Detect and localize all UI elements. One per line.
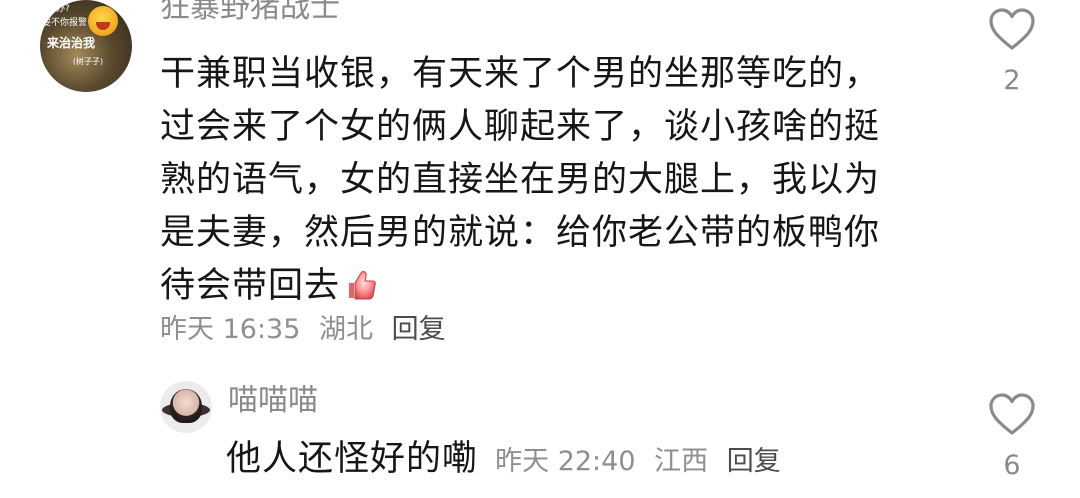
reply-meta: 昨天 22:40 江西 回复 bbox=[495, 446, 791, 477]
heart-outline-icon bbox=[989, 8, 1035, 50]
comment-location: 湖北 bbox=[319, 314, 373, 345]
comment-text-content: 干兼职当收银，有天来了个男的坐那等吃的，过会来了个女的俩人聊起来了，谈小孩啥的挺… bbox=[160, 54, 881, 306]
reply-text: 他人还怪好的嘞 bbox=[226, 439, 479, 479]
like-button[interactable]: 6 bbox=[982, 392, 1042, 482]
avatar-caption: 怎么办? bbox=[40, 4, 70, 14]
reply-button[interactable]: 回复 bbox=[392, 314, 446, 345]
like-count: 2 bbox=[1003, 65, 1021, 96]
avatar[interactable]: 怎么办? 要不你报警 来治治我 (树子子) bbox=[40, 0, 132, 92]
avatar[interactable] bbox=[160, 381, 212, 433]
reply-time: 昨天 22:40 bbox=[495, 446, 636, 477]
laughing-face-icon bbox=[88, 6, 118, 36]
heart-outline-icon bbox=[989, 393, 1035, 435]
avatar-caption: (树子子) bbox=[72, 57, 104, 66]
comment-text: 干兼职当收银，有天来了个男的坐那等吃的，过会来了个女的俩人聊起来了，谈小孩啥的挺… bbox=[160, 48, 880, 313]
reply-username[interactable]: 喵喵喵 bbox=[228, 383, 318, 419]
reply-button[interactable]: 回复 bbox=[727, 446, 781, 477]
like-button[interactable]: 2 bbox=[982, 7, 1042, 97]
reply-location: 江西 bbox=[654, 446, 709, 477]
like-count: 6 bbox=[1003, 450, 1021, 481]
avatar-caption: 来治治我 bbox=[46, 36, 95, 50]
avatar-figure bbox=[170, 389, 202, 423]
thumbs-up-emoji bbox=[349, 271, 376, 300]
comment-meta: 昨天 16:35 湖北 回复 bbox=[160, 313, 456, 347]
comment-username[interactable]: 狂暴野猪战士 bbox=[160, 0, 340, 26]
comment-time: 昨天 16:35 bbox=[160, 314, 301, 345]
reply-line: 他人还怪好的嘞 昨天 22:40 江西 回复 bbox=[226, 436, 791, 482]
